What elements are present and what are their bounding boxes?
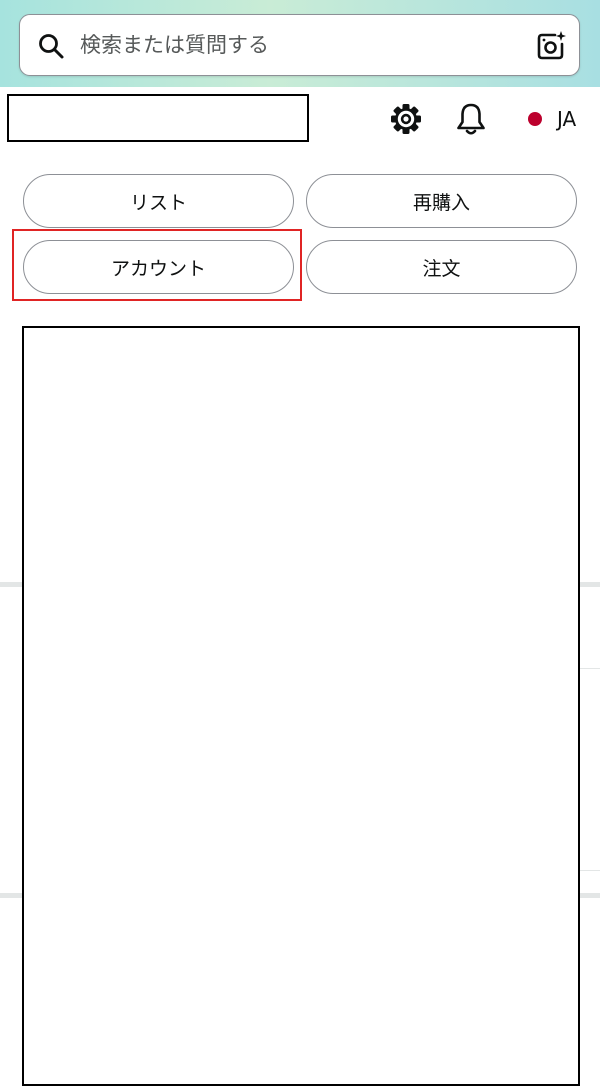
account-button-highlight xyxy=(12,229,302,301)
account-name-box xyxy=(7,94,309,142)
language-selector[interactable]: JA xyxy=(519,104,576,134)
camera-sparkle-icon[interactable] xyxy=(535,30,567,62)
top-search-bar: 検索または質問する xyxy=(0,0,600,87)
redacted-content-panel xyxy=(22,326,580,1086)
gear-icon[interactable] xyxy=(389,102,423,136)
lists-button[interactable]: リスト xyxy=(23,174,294,228)
orders-button[interactable]: 注文 xyxy=(306,240,577,294)
buy-again-button[interactable]: 再購入 xyxy=(306,174,577,228)
search-input[interactable]: 検索または質問する xyxy=(19,14,580,76)
language-code: JA xyxy=(557,107,577,131)
search-placeholder: 検索または質問する xyxy=(80,33,269,57)
row-divider xyxy=(580,870,600,871)
bell-icon[interactable] xyxy=(455,102,487,136)
row-divider xyxy=(580,668,600,669)
japan-flag-icon xyxy=(519,104,551,134)
search-icon[interactable] xyxy=(37,32,65,60)
